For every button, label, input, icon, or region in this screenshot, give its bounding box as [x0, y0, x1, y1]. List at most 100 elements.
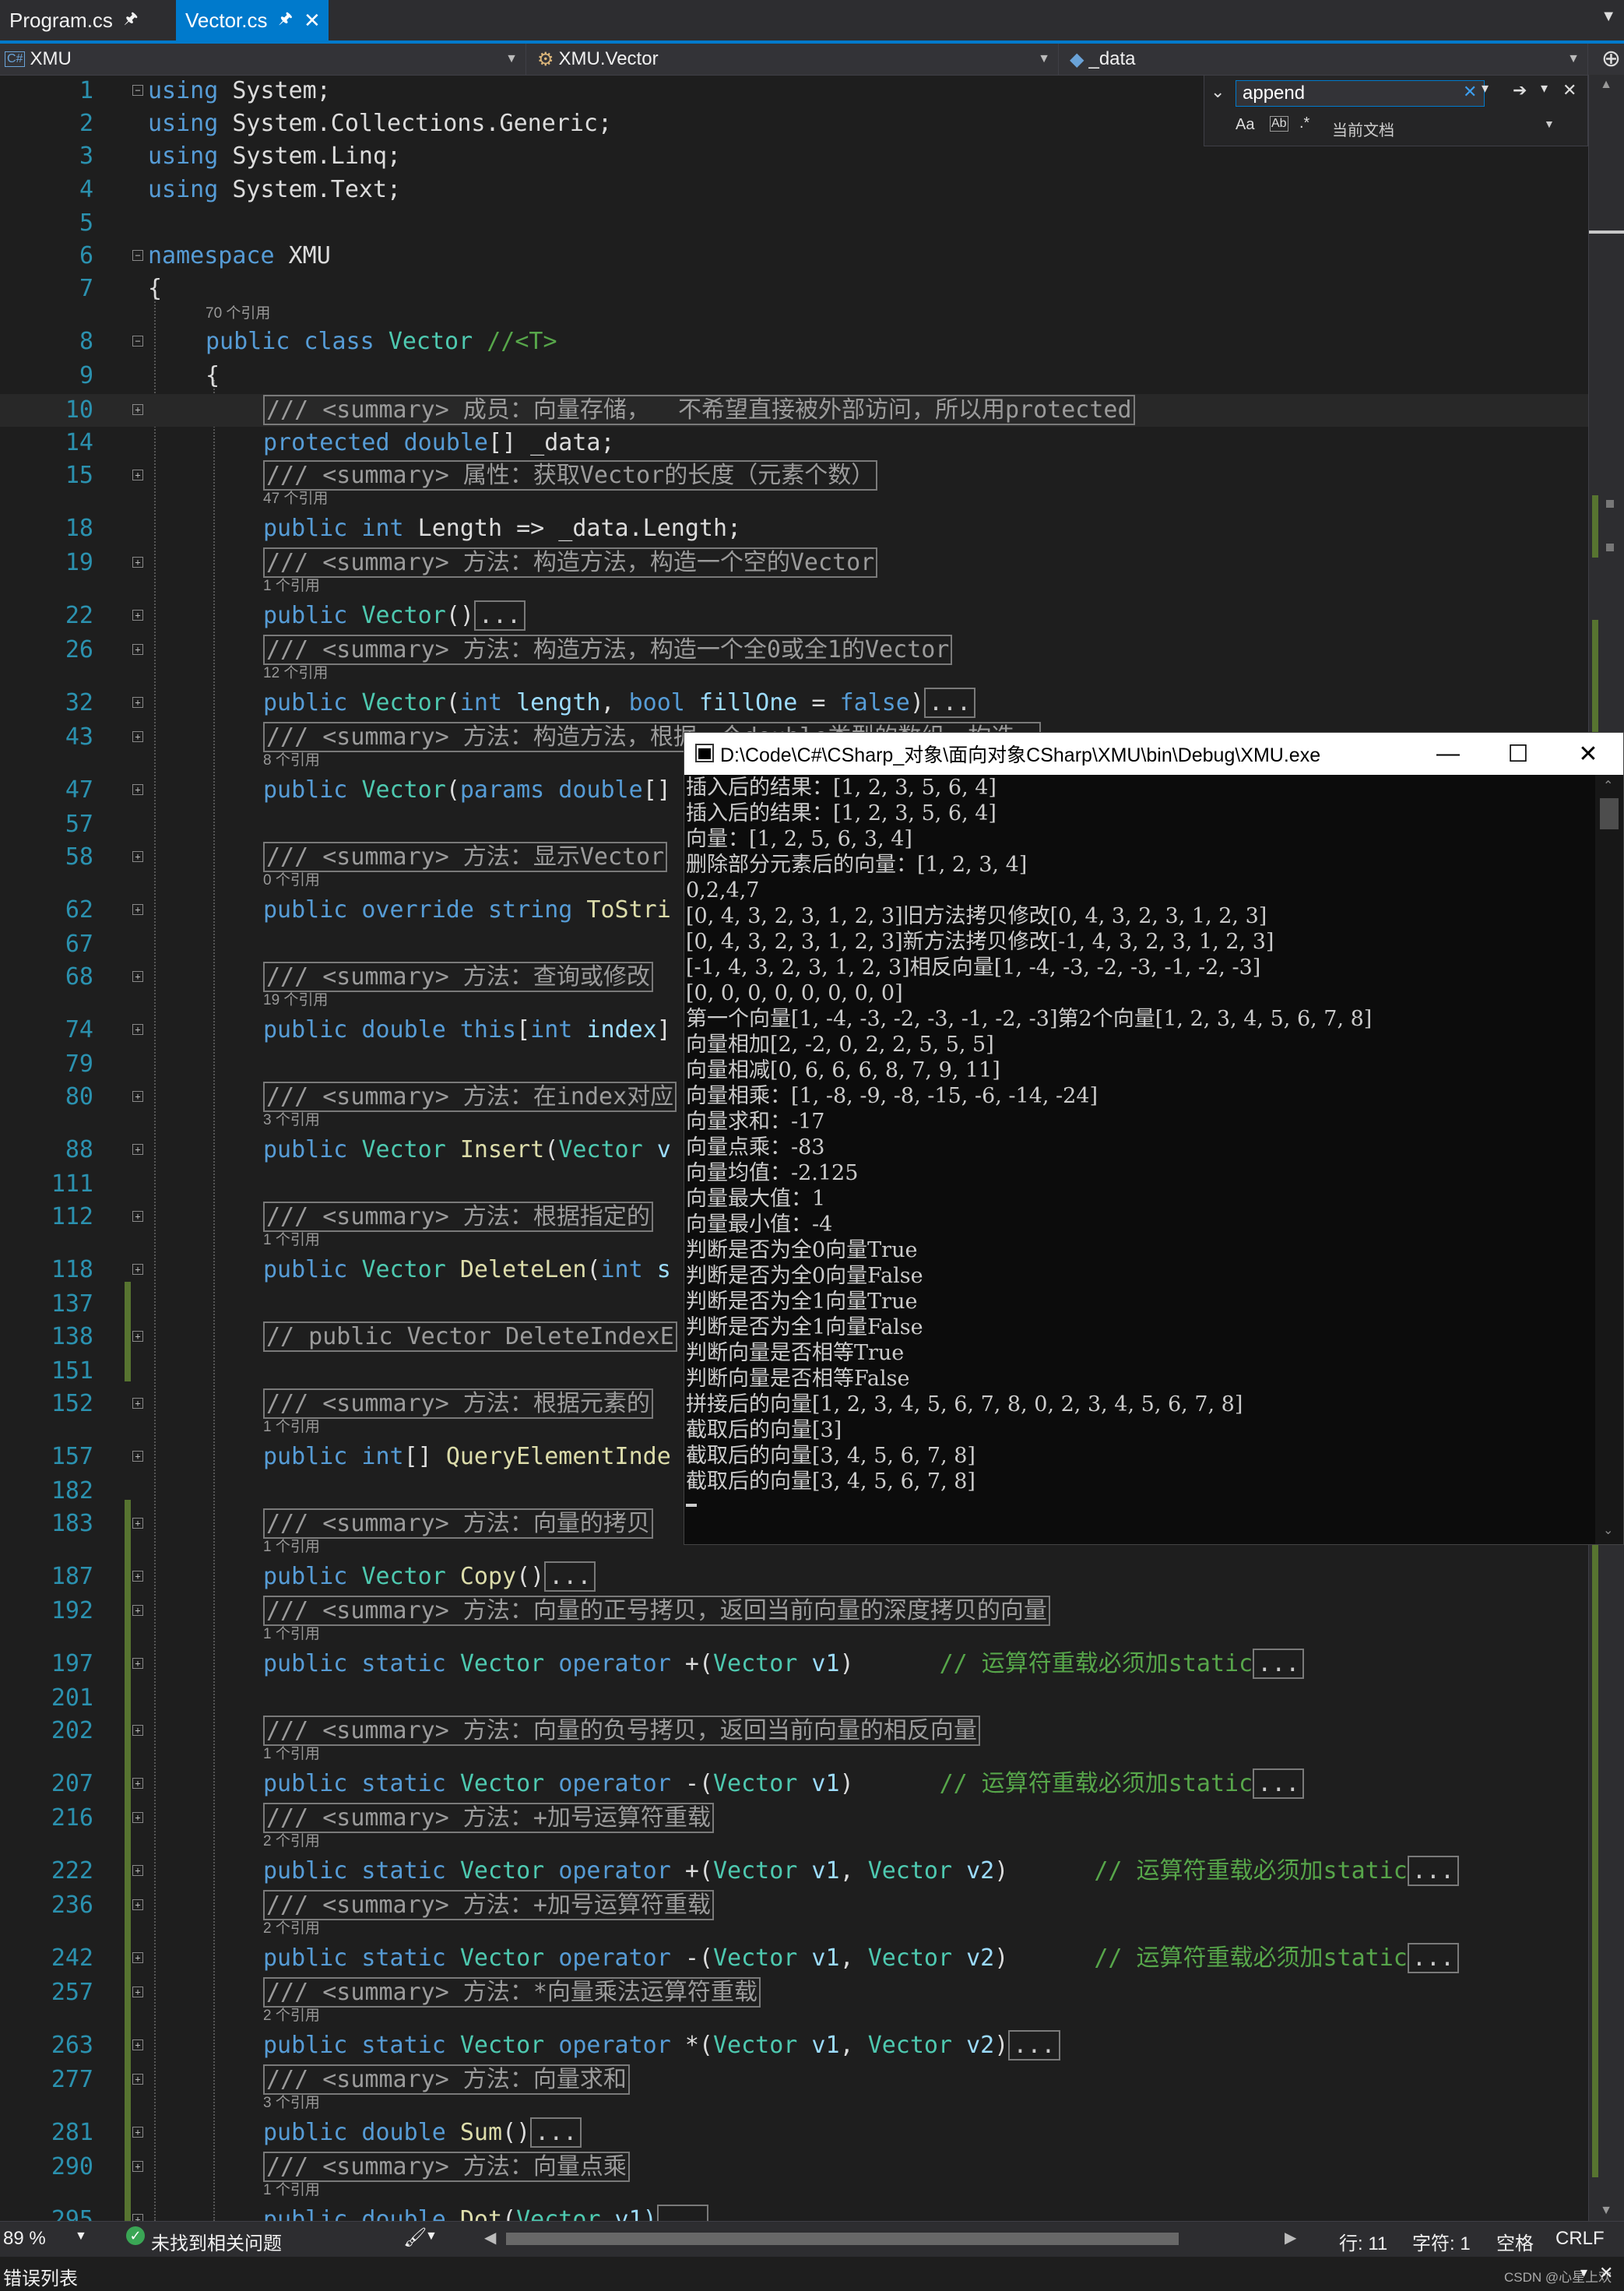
minimize-button[interactable]: — — [1413, 733, 1483, 775]
collapsed-region[interactable]: ... — [1253, 1649, 1305, 1679]
project-dropdown[interactable]: C# XMU ▼ — [0, 44, 526, 75]
console-line: 判断是否为全1向量True — [686, 1290, 918, 1314]
console-line: 向量：[1, 2, 5, 6, 3, 4] — [686, 827, 912, 851]
regex-toggle-icon[interactable]: .* — [1299, 114, 1309, 132]
horizontal-scroll-thumb[interactable] — [506, 2233, 1179, 2245]
collapsed-region[interactable]: ... — [530, 2117, 582, 2148]
console-line: 向量相乘：[1, -8, -9, -8, -15, -6, -14, -24] — [686, 1084, 1098, 1108]
error-list-tab[interactable]: 错误列表 — [3, 2263, 78, 2290]
chevron-down-icon[interactable]: ▼ — [425, 2229, 438, 2243]
codelens-references[interactable]: 8 个引用 — [263, 752, 320, 769]
member-dropdown[interactable]: ◆ _data ▼ — [1065, 44, 1588, 75]
chevron-down-icon: ▼ — [1567, 52, 1580, 65]
tab-overflow-icon[interactable]: ▼ — [1601, 8, 1616, 26]
collapsed-region[interactable]: ... — [473, 600, 526, 631]
codelens-references[interactable]: 47 个引用 — [263, 491, 328, 508]
find-input[interactable]: append — [1236, 80, 1485, 107]
console-line: [0, 0, 0, 0, 0, 0, 0, 0] — [686, 981, 903, 1005]
find-next-icon[interactable]: ➔ — [1513, 80, 1527, 100]
console-line: 第一个向量[1, -4, -3, -2, -3, -1, -2, -3]第2个向… — [686, 1007, 1373, 1031]
collapsed-region[interactable]: ... — [1407, 1943, 1460, 1973]
console-line: 插入后的结果：[1, 2, 3, 5, 6, 4] — [686, 776, 997, 800]
scroll-thumb[interactable] — [1589, 231, 1624, 234]
pin-icon[interactable]: 🖈︎ — [124, 7, 139, 33]
collapsed-region[interactable]: ... — [1407, 1856, 1460, 1886]
class-dropdown[interactable]: ⚙ XMU.Vector ▼ — [533, 44, 1059, 75]
close-icon[interactable]: ✕ — [1562, 80, 1577, 100]
indent-mode[interactable]: 空格 — [1496, 2228, 1534, 2255]
zoom-level[interactable]: 89 % — [3, 2228, 46, 2250]
code-line: 15 +/// <summary> 属性：获取Vector的长度（元素个数） — [0, 459, 1588, 492]
scroll-up-icon[interactable]: ▲ — [1591, 78, 1622, 93]
scroll-right-icon[interactable]: ▶ — [1285, 2228, 1296, 2247]
codelens-references[interactable]: 2 个引用 — [263, 1920, 320, 1937]
collapsed-region[interactable]: ... — [923, 688, 976, 718]
maximize-button[interactable]: ☐ — [1483, 733, 1553, 775]
match-case-toggle[interactable]: Aa — [1236, 116, 1254, 134]
collapsed-region[interactable]: ... — [1253, 1768, 1305, 1799]
code-line: 192 +/// <summary> 方法：向量的正号拷贝，返回当前向量的深度拷贝… — [0, 1595, 1588, 1628]
codelens-references[interactable]: 1 个引用 — [263, 1746, 320, 1763]
pin-icon[interactable]: 🖈︎ — [279, 7, 294, 33]
codelens-references[interactable]: 2 个引用 — [263, 2008, 320, 2025]
chevron-down-icon[interactable]: ▾ — [1541, 80, 1548, 97]
chevron-down-icon[interactable]: ▼ — [75, 2229, 87, 2243]
collapsed-region[interactable]: ... — [656, 2205, 708, 2221]
codelens-references[interactable]: 1 个引用 — [263, 1419, 320, 1436]
clear-search-icon[interactable]: ✕ — [1463, 82, 1477, 102]
tab-label: Program.cs — [9, 8, 113, 32]
console-title-bar[interactable]: D:\Code\C#\CSharp_对象\面向对象CSharp\XMU\bin\… — [684, 733, 1623, 775]
codelens-references[interactable]: 3 个引用 — [263, 2095, 320, 2112]
scroll-marker — [1606, 500, 1614, 508]
codelens-references[interactable]: 3 个引用 — [263, 1112, 320, 1129]
console-line: 判断是否为全0向量False — [686, 1264, 923, 1288]
scroll-down-icon[interactable]: ⌄ — [1603, 1522, 1613, 1538]
codelens-references[interactable]: 70 个引用 — [206, 305, 270, 322]
codelens-references[interactable]: 1 个引用 — [263, 578, 320, 595]
split-editor-icon[interactable]: ⊕ — [1601, 45, 1621, 72]
whole-word-toggle[interactable]: Ab — [1270, 116, 1288, 132]
code-line: 263 + public static Vector operator *(Vect… — [0, 2029, 1588, 2062]
chevron-down-icon[interactable]: ▾ — [1482, 80, 1489, 97]
console-line: 向量相减[0, 6, 6, 6, 8, 7, 9, 11] — [686, 1058, 1000, 1082]
code-cleanup-icon[interactable]: 🖌 — [403, 2226, 427, 2249]
issues-status[interactable]: 未找到相关问题 — [151, 2228, 282, 2255]
code-line: 202 +/// <summary> 方法：向量的负号拷贝，返回当前向量的相反向量 — [0, 1715, 1588, 1747]
scroll-thumb[interactable] — [1600, 798, 1619, 829]
codelens-references[interactable]: 0 个引用 — [263, 872, 320, 889]
text-cursor — [686, 1504, 697, 1507]
console-lines: 插入后的结果：[1, 2, 3, 5, 6, 4] 插入后的结果：[1, 2, 3… — [686, 775, 1595, 1494]
codelens-references[interactable]: 1 个引用 — [263, 2182, 320, 2199]
console-line: 判断是否为全0向量True — [686, 1238, 918, 1262]
chevron-down-icon[interactable]: ▾ — [1580, 2265, 1587, 2281]
tab-vector-cs[interactable]: Vector.cs 🖈︎ ✕ — [176, 0, 329, 40]
codelens-references[interactable]: 2 个引用 — [263, 1833, 320, 1850]
scroll-marker — [1606, 544, 1614, 551]
cursor-column: 字符: 1 — [1412, 2233, 1471, 2254]
console-window[interactable]: D:\Code\C#\CSharp_对象\面向对象CSharp\XMU\bin\… — [684, 732, 1624, 1545]
codelens-references[interactable]: 1 个引用 — [263, 1626, 320, 1643]
scroll-up-icon[interactable]: ⌃ — [1603, 778, 1613, 794]
chevron-down-icon[interactable]: ⌄ — [1211, 82, 1225, 102]
search-scope-dropdown[interactable]: 当前文档 — [1332, 118, 1394, 140]
console-line: 0,2,4,7 — [686, 878, 760, 903]
collapsed-region[interactable]: ... — [544, 1561, 596, 1592]
close-button[interactable]: ✕ — [1553, 733, 1623, 775]
line-ending[interactable]: CRLF — [1555, 2228, 1605, 2250]
scroll-left-icon[interactable]: ◀ — [484, 2228, 496, 2247]
codelens-references[interactable]: 19 个引用 — [263, 992, 328, 1009]
console-scrollbar[interactable]: ⌃ ⌄ — [1595, 775, 1623, 1544]
scroll-down-icon[interactable]: ▼ — [1591, 2204, 1622, 2219]
codelens-references[interactable]: 12 个引用 — [263, 665, 328, 682]
chevron-down-icon[interactable]: ▼ — [1544, 118, 1555, 130]
codelens-references[interactable]: 1 个引用 — [263, 1232, 320, 1249]
code-line: 216 +/// <summary> 方法：+加号运算符重载 — [0, 1802, 1588, 1835]
code-line: 207 + public static Vector operator -(Vect… — [0, 1768, 1588, 1800]
tab-program-cs[interactable]: Program.cs 🖈︎ — [0, 0, 171, 40]
codelens-references[interactable]: 1 个引用 — [263, 1539, 320, 1556]
collapsed-region[interactable]: ... — [1008, 2030, 1060, 2060]
close-icon[interactable]: ✕ — [1599, 2263, 1613, 2283]
console-line: 截取后的向量[3, 4, 5, 6, 7, 8] — [686, 1444, 975, 1468]
code-line: 4 using System.Text; — [79, 176, 402, 203]
close-tab-icon[interactable]: ✕ — [304, 9, 321, 33]
